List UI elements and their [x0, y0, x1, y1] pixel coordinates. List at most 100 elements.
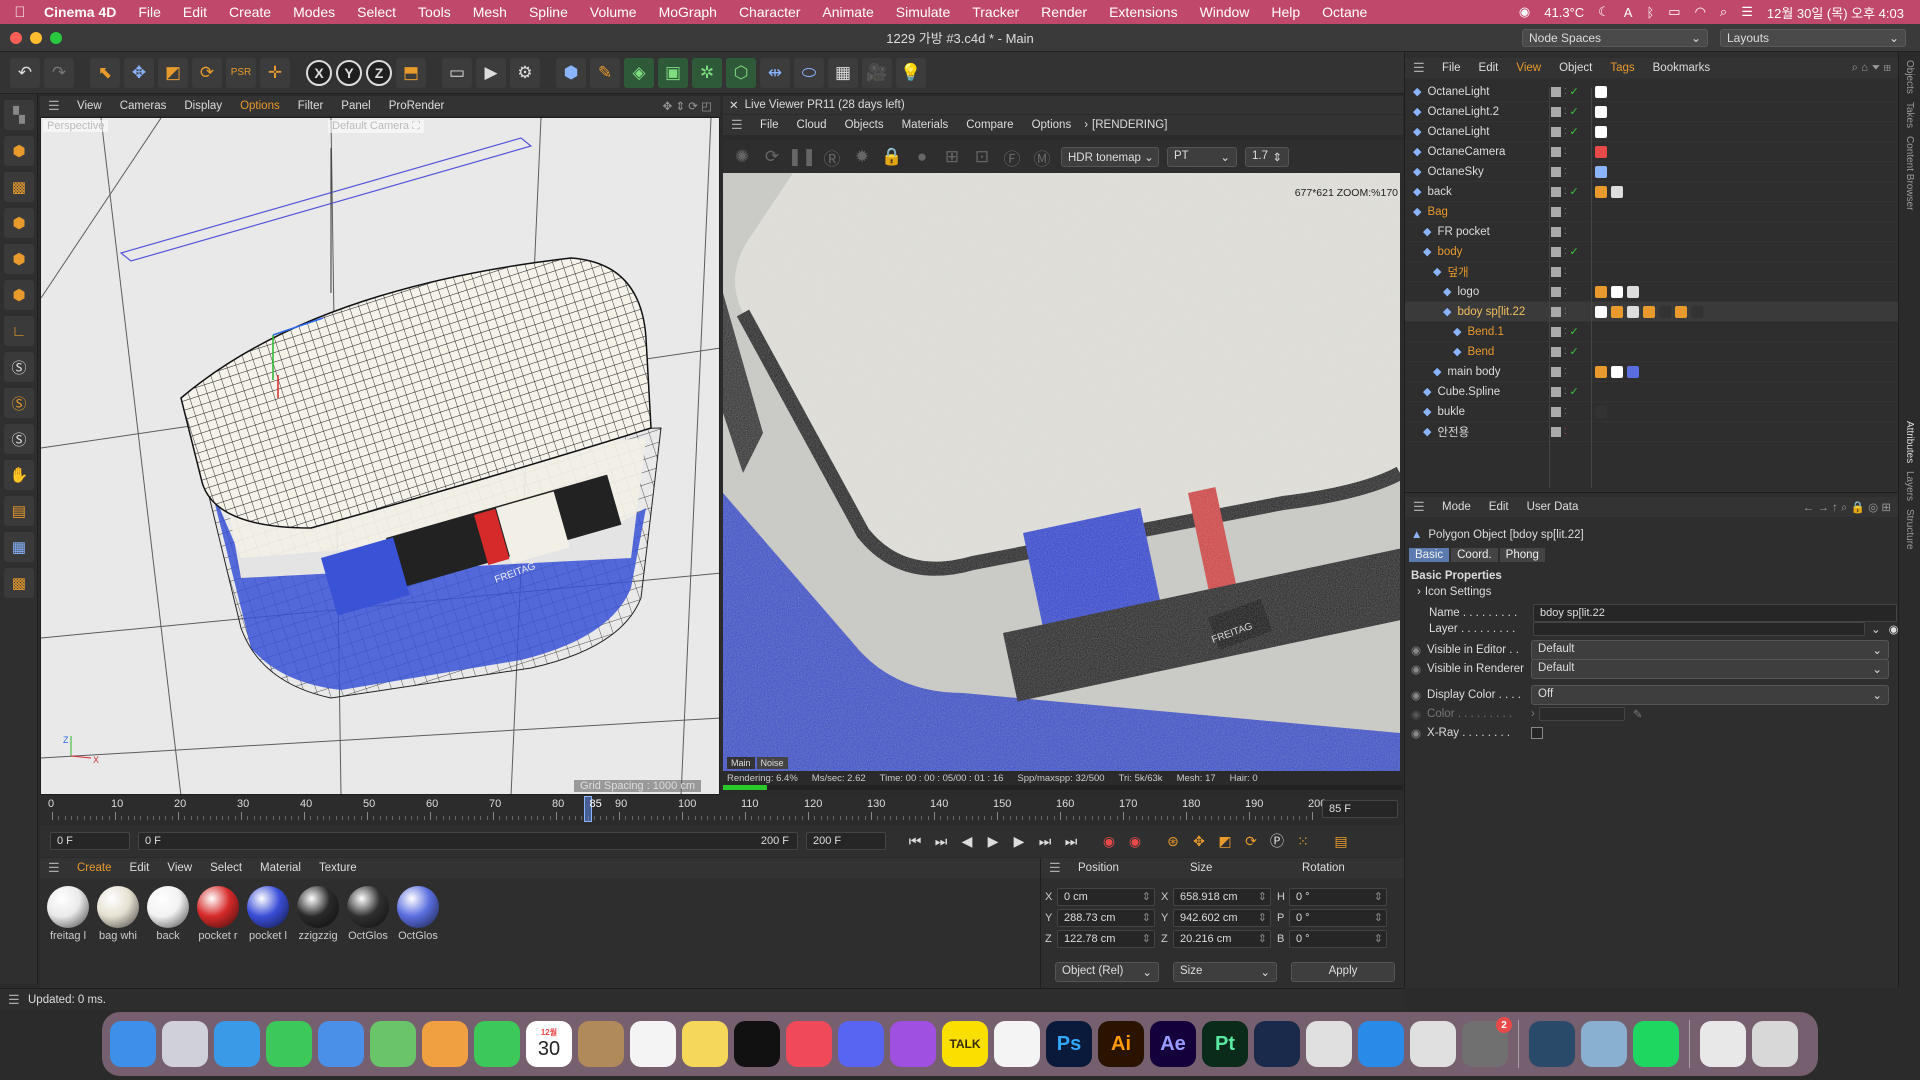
settings-icon[interactable]: ✹ [851, 146, 873, 168]
enable-check-icon[interactable]: ✓ [1570, 185, 1579, 198]
add-icon[interactable]: ⊞ [941, 146, 963, 168]
enable-check-icon[interactable]: ✓ [1570, 345, 1579, 358]
enable-check-icon[interactable]: ✓ [1570, 125, 1579, 138]
menu-render[interactable]: Render [1030, 4, 1098, 20]
attributes-hamburger-icon[interactable]: ☰ [1413, 499, 1427, 515]
liveviewer-menu-options[interactable]: Options [1023, 119, 1081, 131]
mail-icon[interactable] [318, 1021, 364, 1067]
viewport-menu-cameras[interactable]: Cameras [111, 100, 176, 112]
timeline-window-icon[interactable]: ▤ [1330, 830, 1352, 852]
illustrator-icon[interactable]: Ai [1098, 1021, 1144, 1067]
objects-menu-edit[interactable]: Edit [1470, 62, 1508, 74]
coord-mode-dropdown[interactable]: Object (Rel) ⌄ [1055, 962, 1159, 982]
spotlight-icon[interactable]: ⌕ [1720, 4, 1727, 20]
crop-icon[interactable]: ⊡ [971, 146, 993, 168]
menu-simulate[interactable]: Simulate [885, 4, 961, 20]
material-swatch[interactable]: OctGlos [346, 886, 390, 942]
viewport-menu-display[interactable]: Display [175, 100, 231, 112]
animate-dot-icon[interactable]: ◉ [1411, 643, 1421, 657]
render-view-icon[interactable]: ▶ [476, 57, 506, 88]
keyframe-selection-icon[interactable]: ⊛ [1162, 830, 1184, 852]
points-mode-icon[interactable]: ⬢ [4, 208, 34, 238]
cube-object-icon[interactable]: ⬢ [556, 57, 586, 88]
object-row[interactable]: ◆ OctaneLight ⁚ ✓ [1405, 82, 1899, 102]
object-row[interactable]: ◆ Bend ⁚ ✓ [1405, 342, 1899, 362]
object-row[interactable]: ◆ back ⁚ ✓ [1405, 182, 1899, 202]
visibility-dot-icon[interactable]: ⁚ [1564, 147, 1567, 156]
tag-icon[interactable] [1611, 185, 1623, 198]
prev-key-icon[interactable]: ⏭ [930, 830, 952, 852]
prev-frame-icon[interactable]: ◀ [956, 830, 978, 852]
preview-icon[interactable] [1581, 1021, 1627, 1067]
reminders-icon[interactable] [630, 1021, 676, 1067]
tag-icon[interactable] [1675, 305, 1687, 318]
object-row[interactable]: ◆ OctaneLight ⁚ ✓ [1405, 122, 1899, 142]
side-tab-structure[interactable]: Structure [1904, 509, 1915, 550]
animate-dot-icon[interactable]: ◉ [1411, 662, 1421, 676]
snap-workplane-icon[interactable]: Ⓢ [4, 424, 34, 454]
attr-tab-phong[interactable]: Phong [1499, 547, 1545, 562]
liveviewer-menu-cloud[interactable]: Cloud [788, 119, 836, 131]
noise-pass-tab[interactable]: Noise [756, 757, 788, 769]
layer-icon[interactable] [1551, 126, 1561, 137]
maps-icon[interactable] [370, 1021, 416, 1067]
live-render-view[interactable]: FREITAG 677*621 ZOOM:%170 Main Noise [723, 173, 1400, 771]
move-tool-icon[interactable]: ✥ [124, 57, 154, 88]
layer-icon[interactable] [1551, 106, 1561, 117]
model-mode-icon[interactable]: ▚ [4, 100, 34, 130]
lock-workplane-icon[interactable]: ✋ [4, 460, 34, 490]
tag-icon[interactable] [1643, 305, 1655, 318]
apple-icon[interactable]:  [0, 4, 40, 21]
tag-icon[interactable] [1659, 305, 1671, 318]
layer-icon[interactable] [1551, 266, 1561, 277]
tag-icon[interactable] [1595, 405, 1607, 418]
moon-icon[interactable]: ☾ [1598, 4, 1610, 20]
layer-icon[interactable] [1551, 226, 1561, 237]
object-row[interactable]: ◆ Bag ⁚ [1405, 202, 1899, 222]
material-swatch[interactable]: pocket l [246, 886, 290, 942]
objects-menu-file[interactable]: File [1433, 62, 1470, 74]
object-row[interactable]: ◆ OctaneSky ⁚ [1405, 162, 1899, 182]
start-frame-field[interactable]: 0 F [50, 832, 130, 850]
tv-icon[interactable] [734, 1021, 780, 1067]
menu-spline[interactable]: Spline [518, 4, 579, 20]
material-menu-material[interactable]: Material [251, 862, 310, 874]
tag-icon[interactable] [1611, 305, 1623, 318]
key-rotation-icon[interactable]: ⟳ [1240, 830, 1262, 852]
visibility-dot-icon[interactable]: ⁚ [1564, 307, 1567, 316]
texture-mode-icon[interactable]: ▩ [4, 172, 34, 202]
edges-mode-icon[interactable]: ⬢ [4, 244, 34, 274]
restart-render-icon[interactable]: ⟳ [761, 146, 783, 168]
liveviewer-menu-objects[interactable]: Objects [836, 119, 893, 131]
pt-icon[interactable]: Pt [1202, 1021, 1248, 1067]
end-frame-field[interactable]: 200 F [806, 832, 886, 850]
calendar-icon[interactable]: 12월 30 [526, 1021, 572, 1067]
object-mode-icon[interactable]: ⬢ [4, 136, 34, 166]
notification-icon[interactable]: ◉ [1519, 4, 1530, 20]
tag-icon[interactable] [1595, 165, 1607, 178]
object-manager-tools-icons[interactable]: ⌕ ⌂ ⏷ ⊞ [1852, 62, 1900, 75]
visibility-dot-icon[interactable]: ⁚ [1564, 167, 1567, 176]
finder-icon[interactable] [110, 1021, 156, 1067]
enable-check-icon[interactable]: ✓ [1570, 385, 1579, 398]
key-param-icon[interactable]: Ⓟ [1266, 830, 1288, 852]
material-hamburger-icon[interactable]: ☰ [48, 860, 62, 876]
visibility-dot-icon[interactable]: ⁚ [1564, 327, 1567, 336]
visibility-dot-icon[interactable]: ⁚ [1564, 247, 1567, 256]
object-row[interactable]: ◆ Bend.1 ⁚ ✓ [1405, 322, 1899, 342]
record-icon[interactable]: ◉ [1098, 830, 1120, 852]
tag-icon[interactable] [1595, 365, 1607, 378]
layer-icon[interactable] [1551, 146, 1561, 157]
tag-icon[interactable] [1627, 365, 1639, 378]
safari-icon[interactable] [214, 1021, 260, 1067]
kernel-dropdown[interactable]: PT ⌄ [1167, 147, 1237, 167]
camera-icon[interactable]: 🎥 [862, 57, 892, 88]
region-icon[interactable]: Ⓡ [821, 146, 843, 169]
quicktime-icon[interactable] [1529, 1021, 1575, 1067]
focus-icon[interactable]: Ⓕ [1001, 146, 1023, 169]
viewport-menu-options[interactable]: Options [231, 100, 289, 112]
material-menu-view[interactable]: View [158, 862, 201, 874]
cinema4d-icon[interactable] [1254, 1021, 1300, 1067]
appstore-icon[interactable] [1358, 1021, 1404, 1067]
enable-check-icon[interactable]: ✓ [1570, 85, 1579, 98]
